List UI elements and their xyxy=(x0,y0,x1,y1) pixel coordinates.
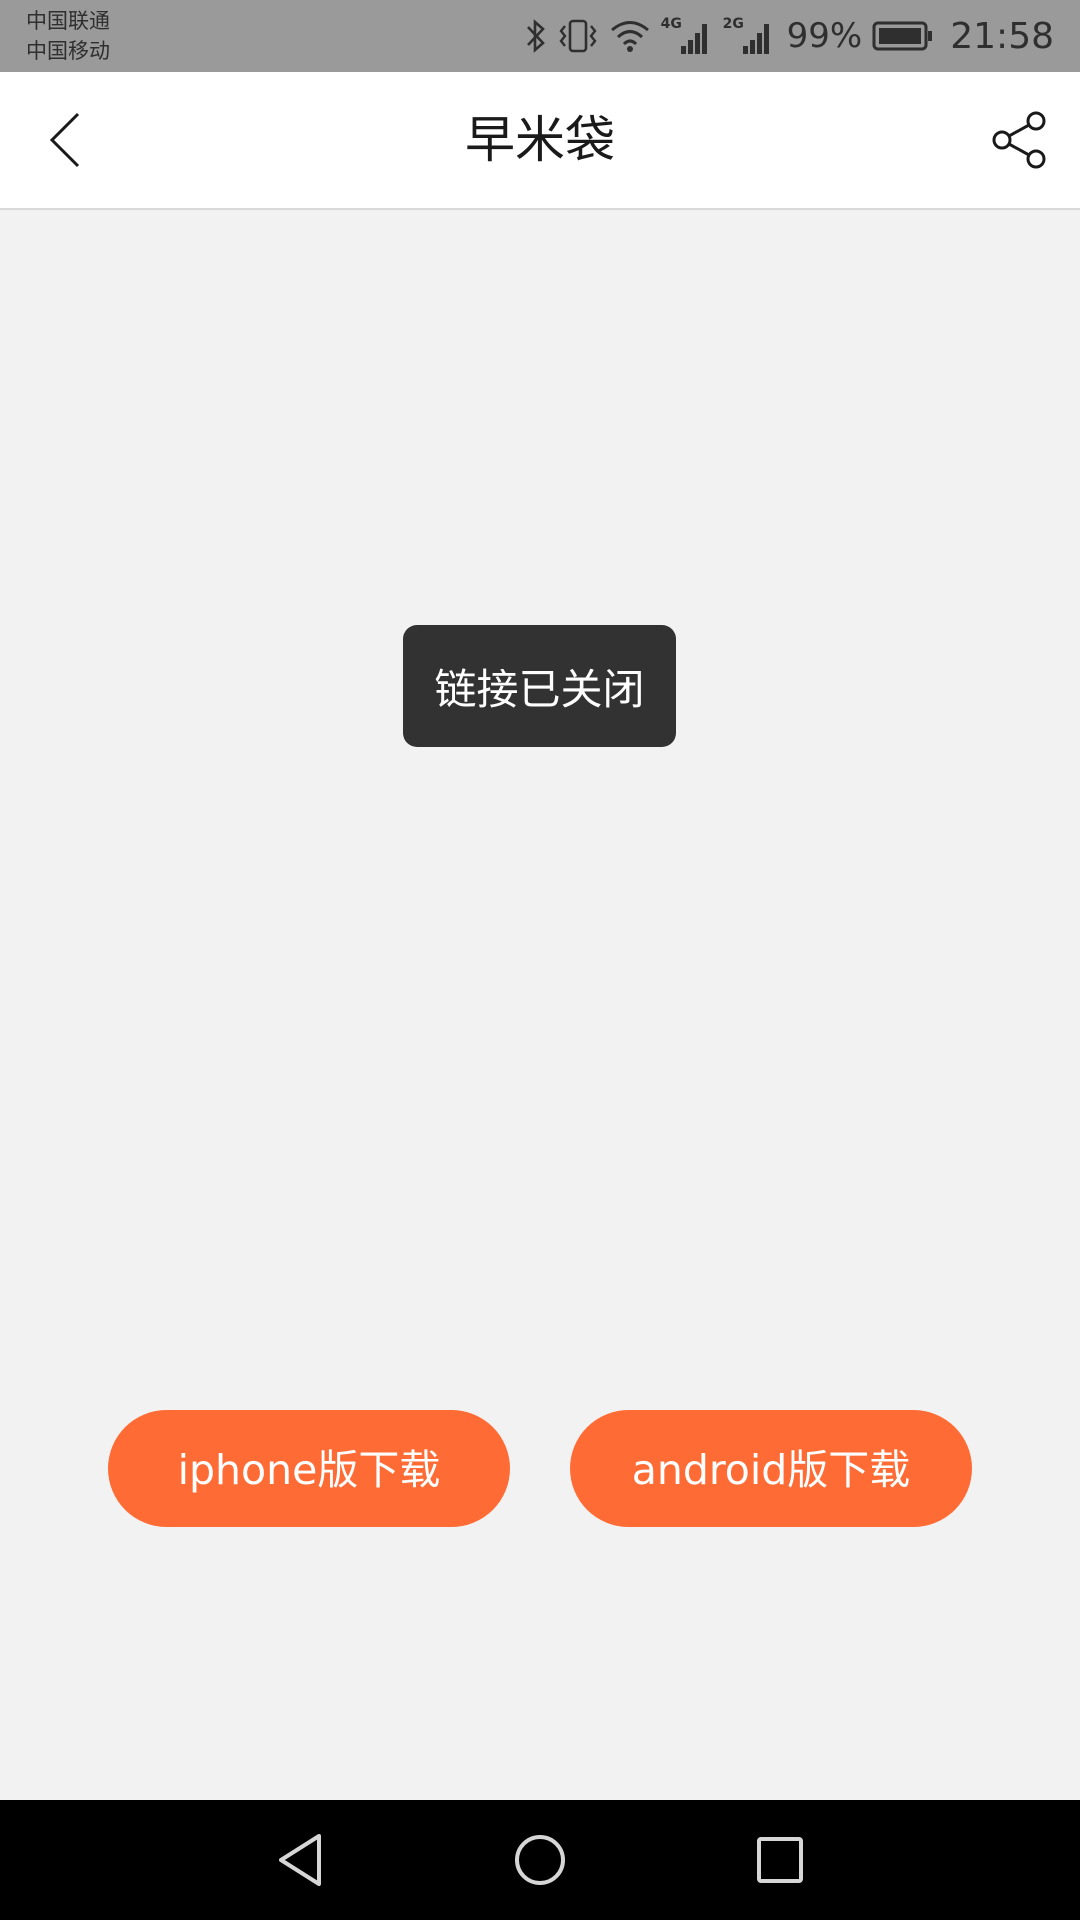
carrier-1: 中国联通 xyxy=(26,9,110,33)
share-button[interactable] xyxy=(980,100,1060,180)
android-download-label: android版下载 xyxy=(631,1445,911,1494)
carrier-2: 中国移动 xyxy=(26,39,110,63)
status-bar: 中国联通 中国移动 4G 2G 99% 21:58 xyxy=(0,0,1080,72)
nav-back-icon xyxy=(279,1834,321,1886)
nav-recent-button[interactable] xyxy=(750,1830,810,1890)
android-download-button[interactable]: android版下载 xyxy=(570,1410,972,1527)
share-icon xyxy=(992,111,1046,169)
page-title: 早米袋 xyxy=(465,111,615,169)
iphone-download-button[interactable]: iphone版下载 xyxy=(108,1410,510,1527)
clock: 21:58 xyxy=(950,15,1054,57)
chevron-left-icon xyxy=(49,112,80,168)
nav-home-button[interactable] xyxy=(510,1830,570,1890)
nav-recent-icon xyxy=(757,1837,803,1883)
toast-text: 链接已关闭 xyxy=(434,664,645,714)
vibrate-icon xyxy=(557,18,599,54)
bluetooth-icon xyxy=(525,18,547,54)
battery-icon xyxy=(872,20,934,52)
app-header: 早米袋 xyxy=(0,72,1080,210)
signal-icon-1: 4G xyxy=(661,16,713,56)
status-indicators: 4G 2G 99% 21:58 xyxy=(525,0,1054,72)
battery-percentage: 99% xyxy=(786,16,863,56)
nav-back-button[interactable] xyxy=(270,1830,330,1890)
carrier-info: 中国联通 中国移动 xyxy=(26,6,110,66)
nav-home-icon xyxy=(515,1835,565,1885)
wifi-icon xyxy=(609,18,651,54)
back-button[interactable] xyxy=(30,102,106,178)
signal-icon-2: 2G xyxy=(723,16,775,56)
system-nav-bar xyxy=(0,1800,1080,1920)
toast-message: 链接已关闭 xyxy=(403,625,676,747)
iphone-download-label: iphone版下载 xyxy=(177,1445,441,1494)
